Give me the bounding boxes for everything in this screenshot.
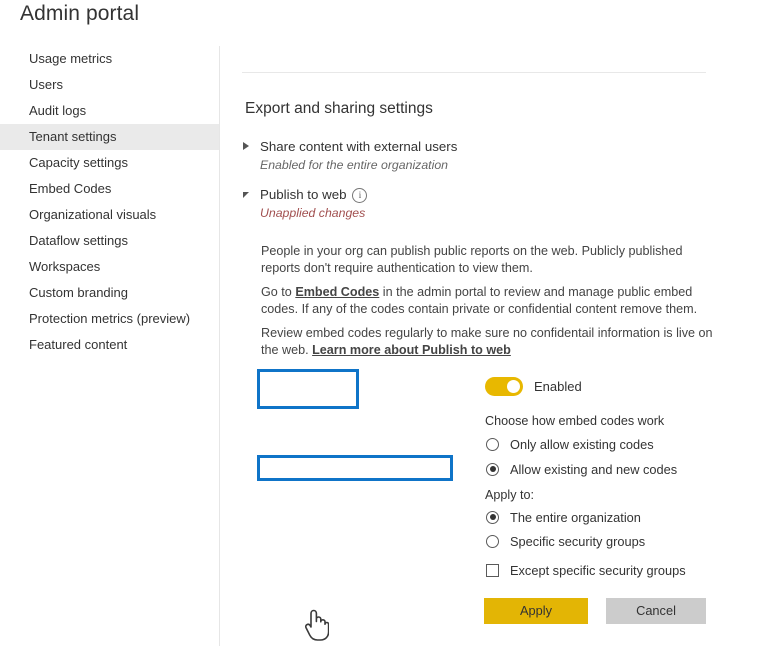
description-paragraph-3: Review embed codes regularly to make sur… <box>261 325 716 358</box>
option-label: Specific security groups <box>510 533 646 549</box>
publish-to-web-toggle[interactable] <box>485 377 523 396</box>
toggle-label: Enabled <box>534 379 582 394</box>
sidebar-item-capacity-settings[interactable]: Capacity settings <box>0 150 219 176</box>
apply-button[interactable]: Apply <box>484 598 588 624</box>
sidebar-item-usage-metrics[interactable]: Usage metrics <box>0 46 219 72</box>
radio-icon[interactable] <box>486 534 499 548</box>
sidebar-item-workspaces[interactable]: Workspaces <box>0 254 219 280</box>
option-label: Only allow existing codes <box>510 436 654 452</box>
sidebar-item-featured-content[interactable]: Featured content <box>0 332 219 358</box>
option-label: Allow existing and new codes <box>510 461 678 477</box>
page-title: Admin portal <box>20 2 140 25</box>
sidebar-item-dataflow-settings[interactable]: Dataflow settings <box>0 228 219 254</box>
checkbox-icon[interactable] <box>486 563 499 577</box>
checkbox-except-specific-security-groups[interactable]: Except specific security groups <box>486 560 686 580</box>
radio-icon[interactable] <box>486 437 499 451</box>
sidebar-nav: Usage metrics Users Audit logs Tenant se… <box>0 46 220 646</box>
embed-codes-group-heading: Choose how embed codes work <box>485 414 665 428</box>
checkbox-label: Except specific security groups <box>510 562 686 578</box>
sidebar-item-embed-codes[interactable]: Embed Codes <box>0 176 219 202</box>
chevron-right-icon[interactable] <box>243 142 249 150</box>
sidebar-item-protection-metrics[interactable]: Protection metrics (preview) <box>0 306 219 332</box>
radio-allow-existing-and-new-codes[interactable]: Allow existing and new codes <box>486 459 677 479</box>
setting-group-title: Publish to web <box>260 187 347 202</box>
sidebar-item-audit-logs[interactable]: Audit logs <box>0 98 219 124</box>
main-content: Export and sharing settings Share conten… <box>221 0 772 646</box>
publish-to-web-toggle-row[interactable]: Enabled <box>485 377 582 396</box>
setting-group-title: Share content with external users <box>260 139 458 154</box>
sidebar-item-organizational-visuals[interactable]: Organizational visuals <box>0 202 219 228</box>
setting-group-status: Unapplied changes <box>260 206 366 220</box>
radio-the-entire-organization[interactable]: The entire organization <box>486 507 641 527</box>
radio-icon-selected[interactable] <box>486 510 499 524</box>
section-heading: Export and sharing settings <box>245 100 433 117</box>
setting-group-publish-to-web[interactable]: Publish to web i Unapplied changes <box>243 186 368 220</box>
radio-only-allow-existing-codes[interactable]: Only allow existing codes <box>486 434 654 454</box>
content-divider <box>242 72 706 73</box>
paragraph-text: People in your org can publish public re… <box>261 244 683 275</box>
description-paragraph-2: Go to Embed Codes in the admin portal to… <box>261 284 716 317</box>
radio-icon-selected[interactable] <box>486 462 499 476</box>
embed-codes-link[interactable]: Embed Codes <box>295 285 379 299</box>
sidebar-item-users[interactable]: Users <box>0 72 219 98</box>
info-circle-icon[interactable]: i <box>352 188 368 203</box>
paragraph-text: Go to <box>261 285 296 299</box>
setting-group-status: Enabled for the entire organization <box>260 158 448 172</box>
cancel-button[interactable]: Cancel <box>606 598 706 624</box>
chevron-down-icon[interactable] <box>243 192 249 198</box>
sidebar-item-tenant-settings[interactable]: Tenant settings <box>0 124 219 150</box>
radio-specific-security-groups[interactable]: Specific security groups <box>486 531 645 551</box>
apply-to-group-heading: Apply to: <box>485 488 535 502</box>
description-paragraph-1: People in your org can publish public re… <box>261 243 716 276</box>
sidebar-item-custom-branding[interactable]: Custom branding <box>0 280 219 306</box>
option-label: The entire organization <box>510 509 641 525</box>
learn-more-publish-to-web-link[interactable]: Learn more about Publish to web <box>312 343 511 357</box>
setting-group-share-content[interactable]: Share content with external users Enable… <box>243 138 457 172</box>
